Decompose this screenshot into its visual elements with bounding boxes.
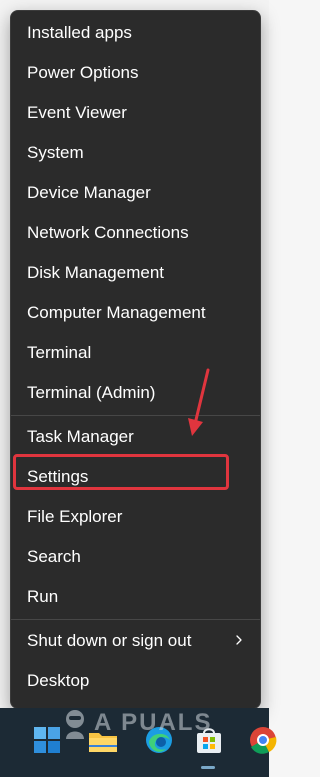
menu-item-device-manager[interactable]: Device Manager <box>11 173 260 213</box>
windows-start-icon[interactable] <box>30 723 64 757</box>
menu-item-installed-apps[interactable]: Installed apps <box>11 13 260 53</box>
menu-divider <box>11 415 260 416</box>
menu-item-task-manager[interactable]: Task Manager <box>11 417 260 457</box>
taskbar-active-indicator <box>201 766 215 769</box>
chevron-right-icon <box>236 635 242 645</box>
screenshot-frame: Installed apps Power Options Event Viewe… <box>0 0 277 777</box>
quick-link-menu: Installed apps Power Options Event Viewe… <box>10 10 261 709</box>
menu-item-event-viewer[interactable]: Event Viewer <box>11 93 260 133</box>
menu-item-label: Shut down or sign out <box>27 631 192 650</box>
settings-highlight-box <box>13 454 229 490</box>
menu-divider <box>11 619 260 620</box>
menu-item-computer-management[interactable]: Computer Management <box>11 293 260 333</box>
menu-item-power-options[interactable]: Power Options <box>11 53 260 93</box>
menu-item-terminal[interactable]: Terminal <box>11 333 260 373</box>
menu-item-system[interactable]: System <box>11 133 260 173</box>
red-arrow-annotation <box>188 368 210 436</box>
chrome-icon[interactable] <box>246 723 280 757</box>
menu-item-terminal-admin[interactable]: Terminal (Admin) <box>11 373 260 413</box>
menu-item-desktop[interactable]: Desktop <box>11 661 260 701</box>
menu-item-disk-management[interactable]: Disk Management <box>11 253 260 293</box>
watermark-mascot-icon <box>66 710 84 739</box>
watermark-text: A PUALS <box>94 709 213 736</box>
menu-item-run[interactable]: Run <box>11 577 260 617</box>
menu-item-search[interactable]: Search <box>11 537 260 577</box>
menu-item-shut-down-or-sign-out[interactable]: Shut down or sign out <box>11 621 260 661</box>
menu-item-file-explorer[interactable]: File Explorer <box>11 497 260 537</box>
watermark: A PUALS <box>60 706 212 740</box>
menu-item-network-connections[interactable]: Network Connections <box>11 213 260 253</box>
